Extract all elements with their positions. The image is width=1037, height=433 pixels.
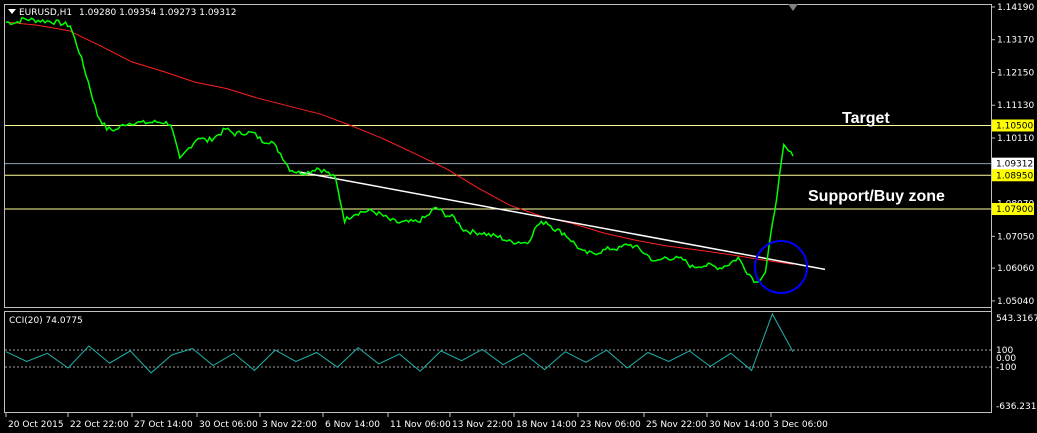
breakout-circle[interactable] — [754, 240, 808, 294]
price-tick-label: 1.13170 — [997, 36, 1034, 46]
time-tick-label: 3 Dec 06:00 — [773, 420, 828, 430]
time-tick-label: 6 Nov 14:00 — [325, 420, 380, 430]
time-tick-label: 22 Oct 22:00 — [70, 420, 129, 430]
time-tick-label: 3 Nov 22:00 — [262, 420, 317, 430]
price-tick-label: 1.05040 — [997, 297, 1034, 307]
trend-line[interactable] — [299, 171, 826, 271]
cci-axis: 543.31671000.00-100-636.231 — [996, 314, 1037, 412]
cci-tick-label: 543.3167 — [996, 314, 1037, 324]
time-tick-label: 25 Nov 22:00 — [646, 420, 707, 430]
time-tick-label: 11 Nov 06:00 — [390, 420, 451, 430]
triangle-down-icon[interactable] — [8, 9, 16, 14]
price-tick-label: 1.12150 — [997, 68, 1034, 78]
time-tick-label: 23 Nov 06:00 — [580, 420, 641, 430]
cci-tick-label: -100 — [996, 363, 1017, 373]
time-tick-label: 13 Nov 22:00 — [452, 420, 513, 430]
time-tick-label: 30 Oct 06:00 — [199, 420, 258, 430]
cci-panel-frame — [4, 311, 992, 413]
support-annotation: Support/Buy zone — [808, 188, 945, 205]
cci-line — [5, 312, 794, 374]
time-tick-label: 27 Oct 14:00 — [134, 420, 193, 430]
cci-label: CCI(20) 74.0775 — [9, 316, 83, 326]
price-tick-label: 1.14190 — [997, 3, 1034, 13]
time-tick-label: 30 Nov 14:00 — [709, 420, 770, 430]
price-tick-label: 1.10110 — [997, 134, 1034, 144]
price-tick-label: 1.11130 — [997, 101, 1034, 111]
price-tag-label: 1.10500 — [996, 121, 1033, 131]
chart-ohlc: 1.09280 1.09354 1.09273 1.09312 — [79, 8, 236, 18]
time-tick-label: 18 Nov 14:00 — [516, 420, 577, 430]
price-tick-label: 1.07050 — [997, 232, 1034, 242]
chart-symbol: EURUSD,H1 — [19, 8, 72, 18]
time-axis: 20 Oct 2015 22 Oct 22:00 27 Oct 14:00 30 Oc… — [5, 413, 828, 430]
price-tag-label: 1.07900 — [996, 205, 1033, 215]
price-tag-label: 1.09312 — [996, 160, 1033, 170]
target-annotation: Target — [842, 110, 890, 127]
trading-chart[interactable]: EURUSD,H1 1.09280 1.09354 1.09273 1.0931… — [0, 0, 1037, 433]
shift-marker-icon[interactable] — [788, 4, 798, 11]
price-tick-label: 1.06060 — [997, 264, 1034, 274]
price-tag-label: 1.08950 — [996, 171, 1033, 181]
price-panel-frame — [4, 4, 992, 308]
cci-tick-label: -636.231 — [996, 402, 1036, 412]
moving-average-line — [5, 21, 794, 265]
time-tick-label: 20 Oct 2015 — [8, 420, 64, 430]
price-axis: 1.141901.131701.121501.111301.101101.080… — [991, 3, 1034, 307]
